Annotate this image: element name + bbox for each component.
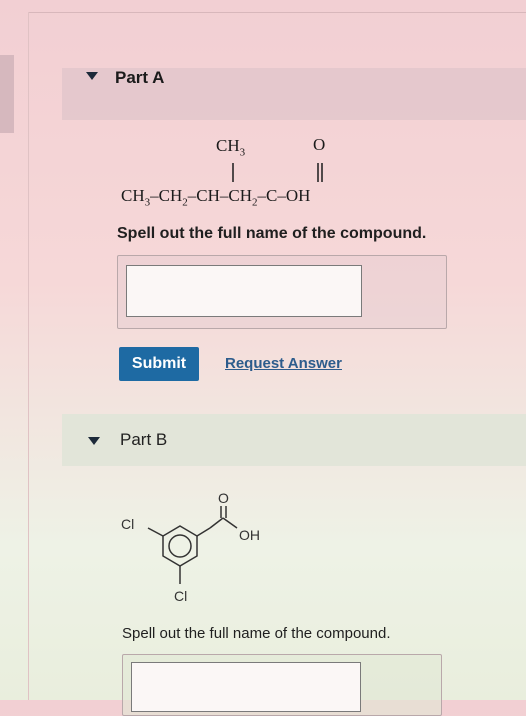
part-b-answer-frame [122,654,442,716]
chloro-bottom-label: Cl [174,588,188,604]
chloro-top-label: Cl [121,516,135,532]
part-b-answer-input[interactable] [131,662,361,712]
hydroxyl-label: OH [239,527,260,543]
benzoic-acid-structure [147,506,238,584]
carbonyl-oxygen-label: O [218,490,229,506]
part-b-prompt: Spell out the full name of the compound. [122,625,391,642]
